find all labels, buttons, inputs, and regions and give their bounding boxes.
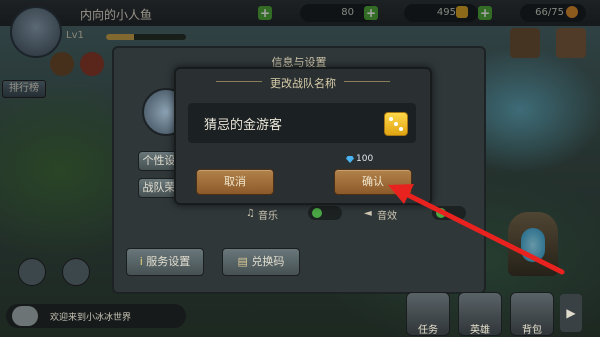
chat-message: 欢迎来到小冰冰世界 [50, 313, 132, 323]
hero-button[interactable]: 英雄 [458, 292, 502, 336]
confirm-button[interactable]: 确认 [334, 169, 412, 195]
music-icon: ♫ [246, 208, 255, 219]
sound-toggle[interactable] [432, 206, 466, 220]
task-button[interactable]: 任务 [406, 292, 450, 336]
map-icon: ▤ [237, 255, 252, 268]
task-label: 任务 [418, 325, 438, 336]
sound-label: 音效 [377, 211, 397, 222]
bag-button[interactable]: 背包 [510, 292, 554, 336]
diamond-icon [346, 156, 354, 163]
team-name-input[interactable]: 猜忌的金游客 [188, 103, 416, 143]
server-settings-button[interactable]: ⅰ 服务设置 [126, 248, 204, 276]
dice-pip [399, 127, 403, 131]
server-settings-label: 服务设置 [146, 255, 191, 268]
rename-team-dialog: 更改战队名称 猜忌的金游客 100 取消 确认 [174, 67, 432, 205]
dice-pip [394, 122, 398, 126]
chat-bar[interactable]: 欢迎来到小冰冰世界 [6, 304, 186, 328]
cancel-button[interactable]: 取消 [196, 169, 274, 195]
title-ornament-right [344, 81, 390, 82]
bag-label: 背包 [522, 325, 542, 336]
music-label: 音乐 [258, 211, 278, 222]
team-name-value: 猜忌的金游客 [204, 118, 283, 133]
redeem-code-button[interactable]: ▤ 兑换码 [222, 248, 300, 276]
redeem-code-label: 兑换码 [251, 255, 285, 268]
random-name-dice-icon[interactable] [384, 112, 408, 136]
chat-bubble-icon [12, 306, 38, 326]
dialog-title: 更改战队名称 [270, 77, 336, 90]
dice-pip [389, 117, 393, 121]
music-toggle[interactable] [308, 206, 342, 220]
hero-label: 英雄 [470, 325, 490, 336]
expand-menu-arrow-icon[interactable]: ▶ [560, 294, 582, 332]
music-toggle-knob [312, 208, 322, 218]
rename-cost: 100 [356, 154, 374, 164]
sound-toggle-knob [436, 208, 446, 218]
sound-icon: ◄ [364, 208, 372, 219]
